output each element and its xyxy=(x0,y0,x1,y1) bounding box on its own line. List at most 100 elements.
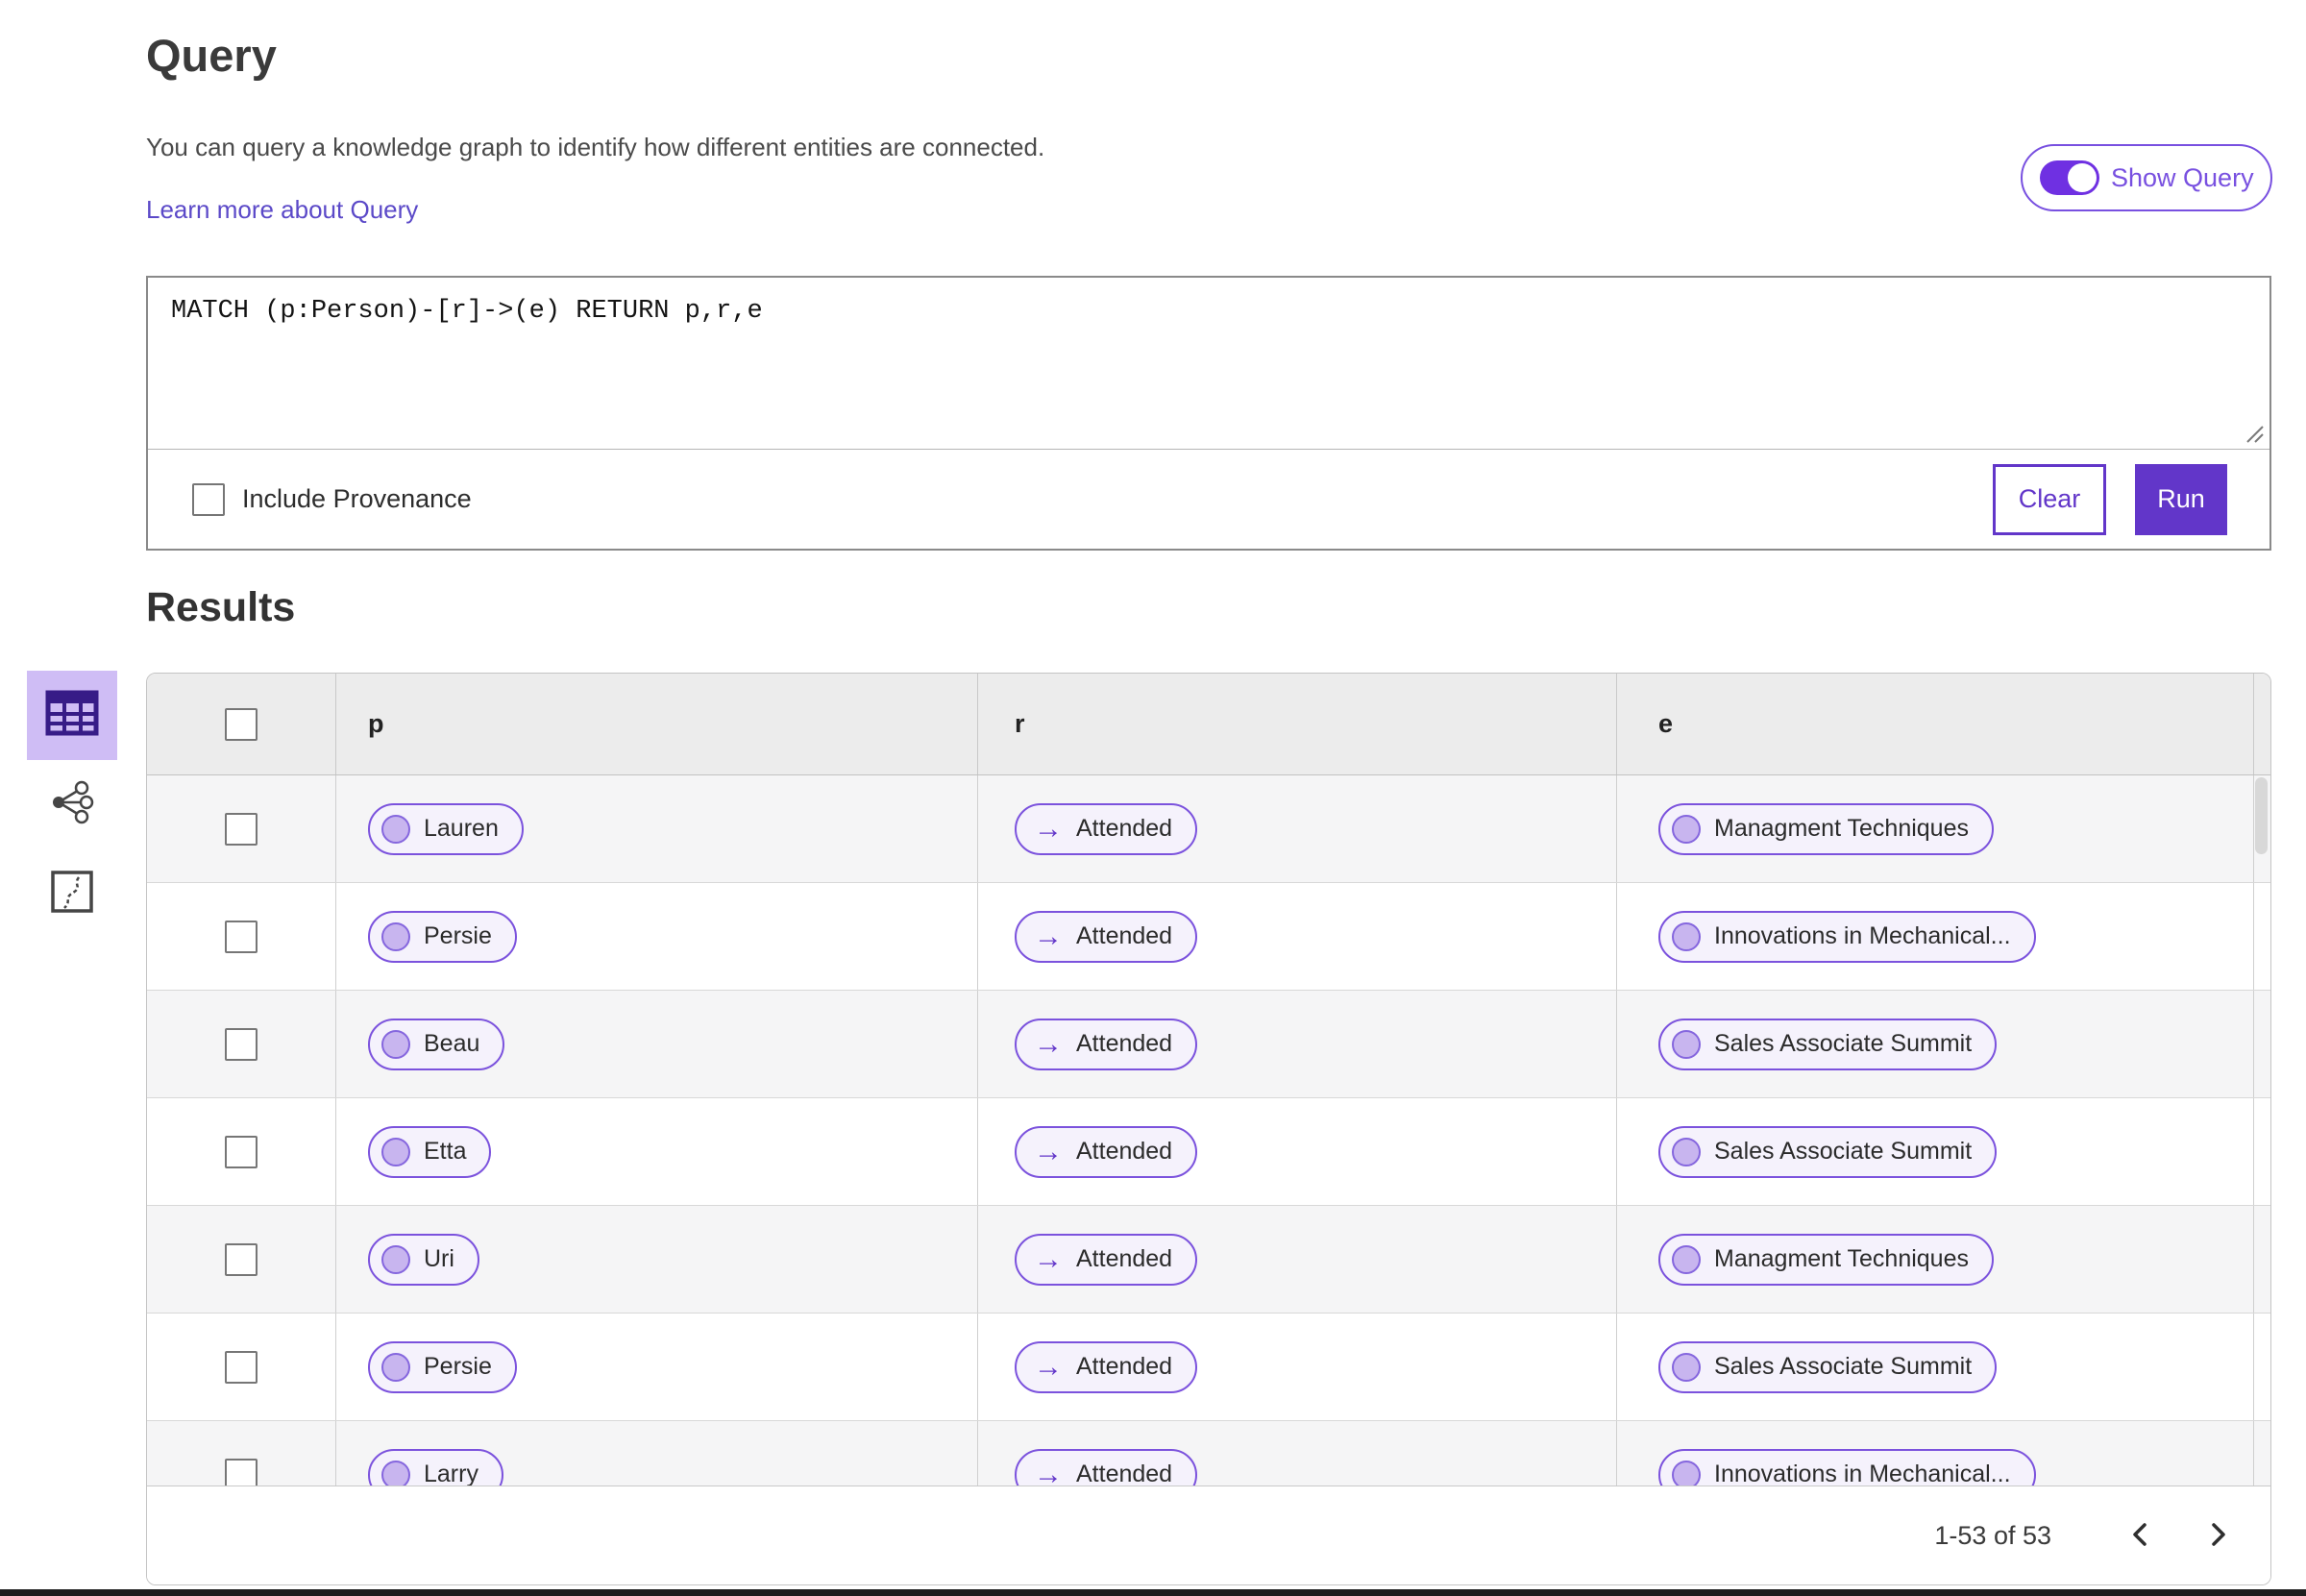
cell-e: Innovations in Mechanical... xyxy=(1617,1421,2254,1486)
row-checkbox-cell xyxy=(147,775,336,882)
e-entity-chip[interactable]: Innovations in Mechanical... xyxy=(1658,1448,2036,1486)
entity-label: Beau xyxy=(424,1030,480,1057)
p-entity-chip[interactable]: Persie xyxy=(368,1340,517,1393)
entity-label: Managment Techniques xyxy=(1714,815,1969,842)
cell-e: Sales Associate Summit xyxy=(1617,1314,2254,1420)
p-entity-chip[interactable]: Larry xyxy=(368,1448,503,1486)
entity-label: Sales Associate Summit xyxy=(1714,1353,1973,1380)
p-entity-chip[interactable]: Etta xyxy=(368,1125,492,1178)
query-description: You can query a knowledge graph to ident… xyxy=(146,133,1045,161)
column-header-p[interactable]: p xyxy=(336,674,978,774)
query-input[interactable]: MATCH (p:Person)-[r]->(e) RETURN p,r,e xyxy=(148,278,2269,451)
run-button[interactable]: Run xyxy=(2135,463,2227,535)
include-provenance-checkbox[interactable] xyxy=(192,482,225,516)
entity-node-icon xyxy=(381,921,410,951)
table-row: Uri → Attended Managment Techniques xyxy=(147,1206,2270,1314)
previous-page-button[interactable] xyxy=(2115,1510,2167,1562)
header-scrollbar-cell xyxy=(2254,674,2270,774)
r-relationship-chip[interactable]: → Attended xyxy=(1015,802,1198,855)
row-select-checkbox[interactable] xyxy=(225,1135,258,1168)
r-relationship-chip[interactable]: → Attended xyxy=(1015,910,1198,963)
relationship-label: Attended xyxy=(1076,1030,1173,1057)
table-body: Lauren → Attended Managment Techniques P… xyxy=(147,775,2270,1486)
row-select-checkbox[interactable] xyxy=(225,812,258,846)
relationship-label: Attended xyxy=(1076,815,1173,842)
vertical-scrollbar-thumb[interactable] xyxy=(2255,777,2268,854)
e-entity-chip[interactable]: Managment Techniques xyxy=(1658,1233,1994,1286)
clear-button[interactable]: Clear xyxy=(1993,463,2106,535)
cell-e: Innovations in Mechanical... xyxy=(1617,883,2254,990)
relationship-label: Attended xyxy=(1076,1245,1173,1272)
entity-label: Sales Associate Summit xyxy=(1714,1138,1973,1165)
p-entity-chip[interactable]: Lauren xyxy=(368,802,524,855)
r-relationship-chip[interactable]: → Attended xyxy=(1015,1018,1198,1070)
row-select-checkbox[interactable] xyxy=(225,1350,258,1384)
entity-label: Innovations in Mechanical... xyxy=(1714,922,2011,949)
e-entity-chip[interactable]: Innovations in Mechanical... xyxy=(1658,910,2036,963)
row-select-checkbox[interactable] xyxy=(225,1027,258,1061)
table-row: Persie → Attended Innovations in Mechani… xyxy=(147,883,2270,991)
learn-more-link[interactable]: Learn more about Query xyxy=(146,195,418,225)
r-relationship-chip[interactable]: → Attended xyxy=(1015,1125,1198,1178)
arrow-right-icon: → xyxy=(1034,1350,1063,1383)
entity-node-icon xyxy=(1672,1460,1701,1486)
row-checkbox-cell xyxy=(147,883,336,990)
entity-label: Sales Associate Summit xyxy=(1714,1030,1973,1057)
toggle-switch-icon[interactable] xyxy=(2040,160,2099,195)
row-scrollbar-cell xyxy=(2254,1314,2270,1420)
entity-label: Uri xyxy=(424,1245,454,1272)
map-view-button[interactable] xyxy=(27,849,117,939)
row-select-checkbox[interactable] xyxy=(225,920,258,953)
row-checkbox-cell xyxy=(147,1421,336,1486)
row-select-checkbox[interactable] xyxy=(225,1458,258,1486)
p-entity-chip[interactable]: Uri xyxy=(368,1233,479,1286)
cell-p: Lauren xyxy=(336,775,978,882)
query-page: Query You can query a knowledge graph to… xyxy=(0,0,2306,1596)
e-entity-chip[interactable]: Sales Associate Summit xyxy=(1658,1125,1998,1178)
cell-r: → Attended xyxy=(978,1206,1617,1313)
table-view-button[interactable] xyxy=(27,671,117,760)
page-title: Query xyxy=(146,30,277,81)
e-entity-chip[interactable]: Sales Associate Summit xyxy=(1658,1018,1998,1070)
entity-node-icon xyxy=(1672,814,1701,844)
table-header-row: p r e xyxy=(147,674,2270,775)
row-scrollbar-cell xyxy=(2254,1098,2270,1205)
show-query-toggle-button[interactable]: Show Query xyxy=(2021,144,2272,211)
entity-node-icon xyxy=(1672,1352,1701,1382)
relationship-label: Attended xyxy=(1076,1353,1173,1380)
table-pagination: 1-53 of 53 xyxy=(147,1486,2270,1584)
toggle-knob xyxy=(2068,163,2097,192)
next-page-button[interactable] xyxy=(2192,1510,2244,1562)
relationship-label: Attended xyxy=(1076,1138,1173,1165)
row-select-checkbox[interactable] xyxy=(225,1242,258,1276)
row-scrollbar-cell xyxy=(2254,883,2270,990)
r-relationship-chip[interactable]: → Attended xyxy=(1015,1340,1198,1393)
cell-r: → Attended xyxy=(978,1314,1617,1420)
table-row: Persie → Attended Sales Associate Summit xyxy=(147,1314,2270,1421)
resize-handle-icon[interactable] xyxy=(2244,423,2265,449)
p-entity-chip[interactable]: Beau xyxy=(368,1018,505,1070)
network-view-button[interactable] xyxy=(27,760,117,849)
table-row: Etta → Attended Sales Associate Summit xyxy=(147,1098,2270,1206)
results-table: p r e Lauren → Attended Managment Techni… xyxy=(146,673,2271,1585)
row-scrollbar-cell xyxy=(2254,1206,2270,1313)
e-entity-chip[interactable]: Sales Associate Summit xyxy=(1658,1340,1998,1393)
table-row: Lauren → Attended Managment Techniques xyxy=(147,775,2270,883)
arrow-right-icon: → xyxy=(1034,1458,1063,1486)
select-all-checkbox[interactable] xyxy=(225,707,258,741)
query-editor-footer: Include Provenance Clear Run xyxy=(148,449,2269,549)
entity-label: Persie xyxy=(424,1353,492,1380)
cell-p: Persie xyxy=(336,1314,978,1420)
p-entity-chip[interactable]: Persie xyxy=(368,910,517,963)
column-header-r[interactable]: r xyxy=(978,674,1617,774)
entity-node-icon xyxy=(381,1029,410,1059)
arrow-right-icon: → xyxy=(1034,1135,1063,1167)
cell-e: Sales Associate Summit xyxy=(1617,1098,2254,1205)
arrow-right-icon: → xyxy=(1034,1242,1063,1275)
window-bottom-edge xyxy=(0,1589,2306,1596)
r-relationship-chip[interactable]: → Attended xyxy=(1015,1448,1198,1486)
column-header-e[interactable]: e xyxy=(1617,674,2254,774)
cell-p: Uri xyxy=(336,1206,978,1313)
e-entity-chip[interactable]: Managment Techniques xyxy=(1658,802,1994,855)
r-relationship-chip[interactable]: → Attended xyxy=(1015,1233,1198,1286)
